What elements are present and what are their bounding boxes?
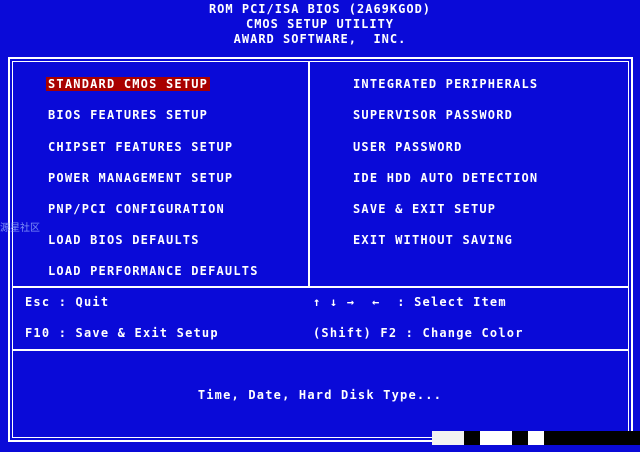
vendor-title: AWARD SOFTWARE, INC. bbox=[233, 32, 407, 46]
watermark-text: 源星社区 bbox=[0, 223, 40, 234]
bios-title: ROM PCI/ISA BIOS (2A69KGOD) bbox=[208, 2, 432, 16]
corner-artifact-6 bbox=[544, 431, 640, 445]
bios-header: ROM PCI/ISA BIOS (2A69KGOD) CMOS SETUP U… bbox=[0, 2, 640, 47]
corner-artifact-3 bbox=[480, 431, 512, 445]
help-esc-quit: Esc : Quit bbox=[25, 295, 110, 309]
menu-chipset-features-setup[interactable]: CHIPSET FEATURES SETUP bbox=[46, 140, 235, 154]
menu-integrated-peripherals[interactable]: INTEGRATED PERIPHERALS bbox=[351, 77, 540, 91]
menu-pnp-pci-configuration[interactable]: PNP/PCI CONFIGURATION bbox=[46, 202, 227, 216]
menu-load-bios-defaults[interactable]: LOAD BIOS DEFAULTS bbox=[46, 233, 202, 247]
item-description: Time, Date, Hard Disk Type... bbox=[197, 388, 443, 402]
help-divider bbox=[12, 349, 629, 351]
menu-supervisor-password[interactable]: SUPERVISOR PASSWORD bbox=[351, 108, 515, 122]
menu-user-password[interactable]: USER PASSWORD bbox=[351, 140, 465, 154]
corner-artifact-5 bbox=[528, 431, 544, 445]
menu-load-performance-defaults[interactable]: LOAD PERFORMANCE DEFAULTS bbox=[46, 264, 261, 278]
menu-save-exit-setup[interactable]: SAVE & EXIT SETUP bbox=[351, 202, 498, 216]
menu-bios-features-setup[interactable]: BIOS FEATURES SETUP bbox=[46, 108, 210, 122]
menu-exit-without-saving[interactable]: EXIT WITHOUT SAVING bbox=[351, 233, 515, 247]
help-f10-save-exit: F10 : Save & Exit Setup bbox=[25, 326, 219, 340]
corner-artifact-2 bbox=[464, 431, 480, 445]
menu-power-management-setup[interactable]: POWER MANAGEMENT SETUP bbox=[46, 171, 235, 185]
corner-artifact-4 bbox=[512, 431, 528, 445]
help-select-item: ↑ ↓ → ← : Select Item bbox=[313, 295, 507, 309]
menu-standard-cmos-setup[interactable]: STANDARD CMOS SETUP bbox=[46, 77, 211, 91]
corner-artifact-1 bbox=[432, 431, 464, 445]
column-divider bbox=[308, 61, 310, 287]
menu-divider bbox=[12, 286, 629, 288]
utility-title: CMOS SETUP UTILITY bbox=[245, 17, 395, 31]
help-change-color: (Shift) F2 : Change Color bbox=[313, 326, 524, 340]
menu-ide-hdd-auto-detection[interactable]: IDE HDD AUTO DETECTION bbox=[351, 171, 540, 185]
